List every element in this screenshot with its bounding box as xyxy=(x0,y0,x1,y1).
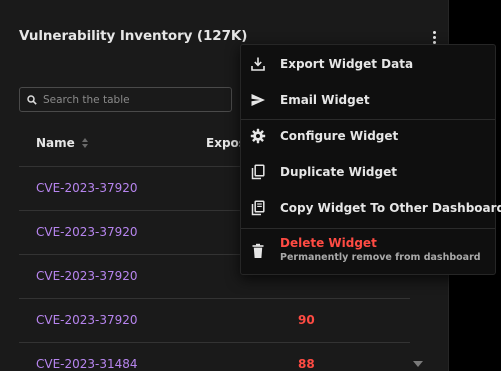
scroll-down-arrow-icon[interactable] xyxy=(413,361,423,367)
search-input[interactable] xyxy=(43,93,213,106)
copy-icon xyxy=(249,163,267,181)
menu-item-label: Duplicate Widget xyxy=(280,165,397,179)
exposure-score: 88 xyxy=(298,357,315,371)
menu-item-copy-widget-to-other-dashboard[interactable]: Copy Widget To Other Dashboard xyxy=(241,191,501,225)
cve-link[interactable]: CVE-2023-37920 xyxy=(36,313,138,327)
widget-options-menu: Export Widget Data Email Widget Configur… xyxy=(240,44,501,275)
download-icon xyxy=(249,55,267,73)
trash-icon xyxy=(249,242,267,260)
page: Vulnerability Inventory (127K) Name Expo… xyxy=(0,0,501,371)
delete-widget-sublabel: Permanently remove from dashboard xyxy=(280,252,481,263)
menu-item-label: Email Widget xyxy=(280,93,370,107)
table-row: CVE-2023-37920 90 xyxy=(19,299,410,343)
menu-item-email-widget[interactable]: Email Widget xyxy=(241,83,495,117)
menu-item-configure-widget[interactable]: Configure Widget xyxy=(241,119,495,153)
gear-icon xyxy=(249,127,267,145)
menu-item-export-widget-data[interactable]: Export Widget Data xyxy=(241,47,495,81)
column-header-name[interactable]: Name xyxy=(36,136,88,150)
search-icon xyxy=(27,94,37,105)
cve-link[interactable]: CVE-2023-37920 xyxy=(36,225,138,239)
copy-to-dashboard-icon xyxy=(249,199,267,217)
widget-title: Vulnerability Inventory (127K) xyxy=(19,28,248,44)
menu-item-delete-widget[interactable]: Delete Widget Permanently remove from da… xyxy=(241,231,495,271)
sort-icon[interactable] xyxy=(81,138,88,148)
cve-link[interactable]: CVE-2023-31484 xyxy=(36,357,138,371)
menu-item-label: Export Widget Data xyxy=(280,57,414,71)
menu-item-duplicate-widget[interactable]: Duplicate Widget xyxy=(241,155,495,189)
cve-link[interactable]: CVE-2023-37920 xyxy=(36,181,138,195)
menu-divider xyxy=(241,228,495,229)
cve-link[interactable]: CVE-2023-37920 xyxy=(36,269,138,283)
delete-widget-label: Delete Widget xyxy=(280,236,377,250)
column-header-name-label: Name xyxy=(36,136,75,150)
menu-item-label: Configure Widget xyxy=(280,129,399,143)
menu-item-label: Copy Widget To Other Dashboard xyxy=(280,201,501,215)
search-box[interactable] xyxy=(19,87,232,112)
send-icon xyxy=(249,91,267,109)
exposure-score: 90 xyxy=(298,313,315,327)
table-row: CVE-2023-31484 88 xyxy=(19,343,410,371)
